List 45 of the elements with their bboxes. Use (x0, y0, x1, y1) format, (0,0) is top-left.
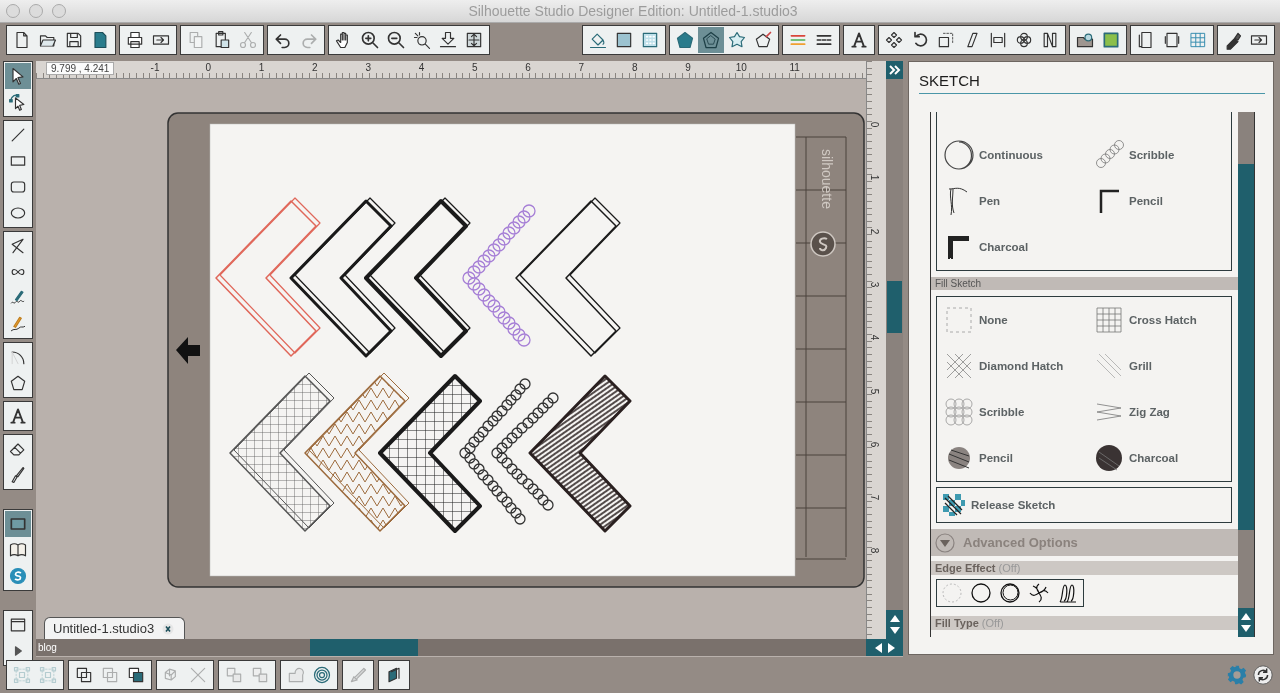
panel-title: SKETCH (919, 72, 1265, 94)
ruler-label: 7 (869, 494, 881, 501)
fill-option[interactable]: Charcoal (1091, 435, 1227, 481)
ruler-label: 3 (869, 281, 881, 288)
mat-brand: silhouette (819, 149, 835, 209)
ruler-label: 5 (472, 62, 478, 73)
document-tab[interactable]: Untitled-1.studio3 (44, 617, 186, 639)
fill-option[interactable]: Pencil (941, 435, 1091, 481)
fill-option[interactable]: Zig Zag (1091, 389, 1227, 435)
ruler-label: 11 (789, 62, 800, 73)
ruler-label: -1 (150, 62, 160, 73)
fill-option[interactable]: Scribble (941, 389, 1091, 435)
ruler-label: 7 (578, 62, 585, 73)
ruler-label: 4 (418, 62, 425, 73)
sketch-option[interactable]: Continuous (941, 132, 1091, 178)
fill-option[interactable]: None (941, 297, 1091, 343)
ruler-label: 8 (869, 548, 881, 554)
tab-label: Untitled-1.studio3 (53, 621, 155, 636)
ruler-label: 10 (735, 62, 747, 73)
section-header: Fill Sketch (931, 277, 1238, 290)
fill-option[interactable]: Diamond Hatch (941, 343, 1091, 389)
fill-option[interactable]: Grill (1091, 343, 1227, 389)
window-title: Silhouette Studio Designer Edition: Untitled-1.studio3 (467, 3, 799, 19)
release-sketch-button[interactable]: Release Sketch (936, 487, 1232, 523)
ruler-label: 4 (869, 334, 881, 341)
ruler-label: 9 (685, 62, 691, 73)
ruler-label: 5 (869, 388, 881, 394)
ruler-label: 6 (525, 62, 531, 73)
sketch-option[interactable]: Pen (941, 178, 1091, 224)
ruler-label: 0 (869, 121, 881, 128)
status-text: blog (37, 642, 57, 653)
horizontal-scrollbar[interactable]: blog (36, 639, 866, 656)
sketch-option[interactable]: Pencil (1091, 178, 1227, 224)
ruler-label: 2 (312, 62, 318, 73)
ruler-label: 6 (869, 441, 881, 448)
ruler-label: 1 (258, 62, 265, 73)
cursor-coordinates: 9.799 , 4.241 (46, 62, 115, 75)
ruler-label: 2 (869, 228, 881, 234)
ruler-label: 1 (869, 175, 881, 181)
fill-option[interactable]: Cross Hatch (1091, 297, 1227, 343)
sketch-option[interactable]: Charcoal (941, 224, 1091, 270)
sketch-option[interactable]: Scribble (1091, 132, 1227, 178)
ruler-label: 0 (205, 62, 212, 73)
ruler-label: 8 (631, 62, 638, 73)
ruler-label: 3 (365, 62, 371, 73)
